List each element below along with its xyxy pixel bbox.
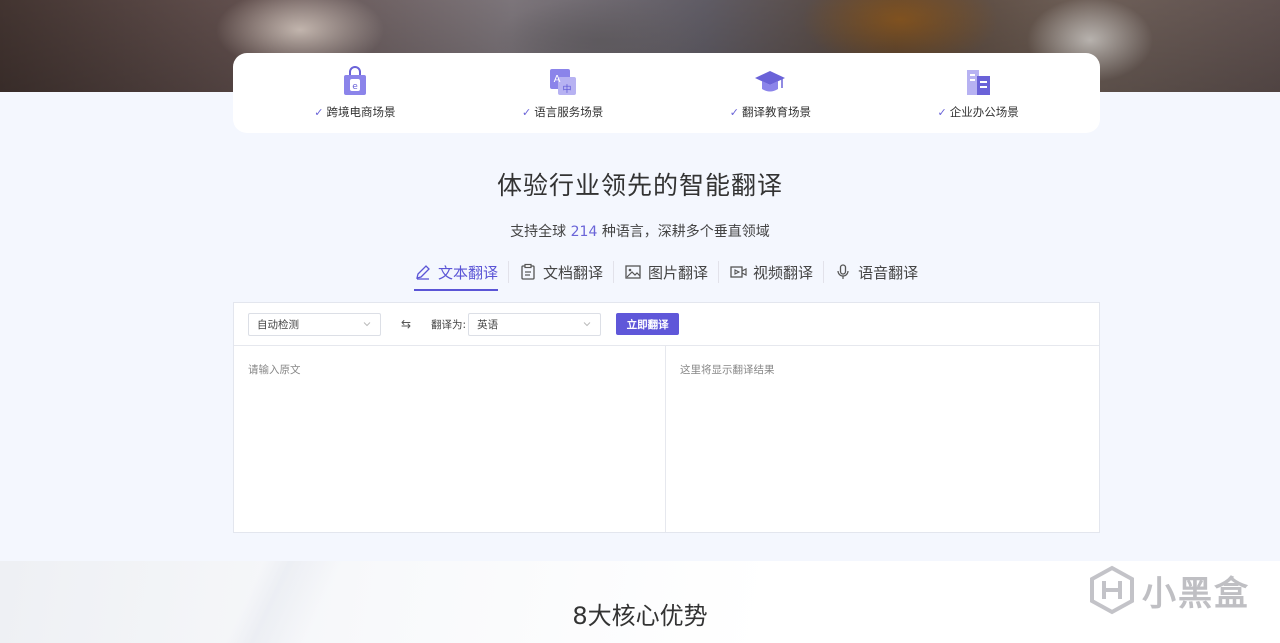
pencil-icon — [416, 265, 430, 280]
page-title: 体验行业领先的智能翻译 — [496, 171, 783, 200]
document-icon — [521, 263, 535, 280]
swap-languages-button[interactable]: ⇆ — [401, 317, 411, 331]
scene-enterprise-office[interactable]: ✓ 企业办公场景 — [878, 66, 1078, 120]
tab-text-translation[interactable]: 文本翻译 — [404, 257, 508, 291]
svg-text:A: A — [553, 74, 560, 85]
language-count: 214 — [570, 224, 598, 240]
svg-text:中: 中 — [562, 83, 571, 95]
scene-label: 企业办公场景 — [949, 105, 1019, 119]
scene-language-service[interactable]: A 中 ✓ 语言服务场景 — [463, 66, 663, 120]
chevron-down-icon — [363, 322, 371, 327]
check-icon: ✓ — [314, 105, 324, 119]
translation-mode-tabs: 文本翻译 文档翻译 图片翻译 视频翻译 语音翻译 — [404, 254, 928, 291]
scene-label: 跨境电商场景 — [326, 105, 396, 119]
chevron-down-icon — [583, 322, 591, 327]
tab-document-translation[interactable]: 文档翻译 — [509, 257, 613, 287]
check-icon: ✓ — [729, 105, 739, 119]
source-language-select[interactable]: 自动检测 — [248, 312, 381, 336]
check-icon: ✓ — [522, 105, 532, 119]
tab-image-translation[interactable]: 图片翻译 — [614, 257, 718, 287]
office-building-icon — [967, 70, 991, 95]
shopping-bag-icon: e — [343, 66, 366, 95]
tab-voice-translation[interactable]: 语音翻译 — [824, 257, 928, 287]
translator-toolbar: 自动检测 ⇆ 翻译为: 英语 立即翻译 — [234, 303, 1099, 346]
scene-cross-border-ecommerce[interactable]: e ✓ 跨境电商场景 — [255, 66, 455, 120]
scene-translation-education[interactable]: ✓ 翻译教育场景 — [670, 66, 870, 120]
check-icon: ✓ — [937, 105, 947, 119]
watermark: 小黑盒 — [1088, 565, 1250, 615]
source-text-input[interactable]: 请输入原文 — [234, 346, 666, 532]
scene-label: 语言服务场景 — [534, 105, 604, 119]
svg-text:e: e — [352, 82, 358, 92]
graduation-cap-icon — [755, 71, 786, 92]
target-language-select[interactable]: 英语 — [468, 312, 602, 336]
watermark-text: 小黑盒 — [1142, 573, 1250, 614]
translate-now-button[interactable]: 立即翻译 — [616, 313, 680, 335]
tab-video-translation[interactable]: 视频翻译 — [719, 257, 823, 287]
translator-panel: 自动检测 ⇆ 翻译为: 英语 立即翻译 请输入原文 这里将显示翻译结果 — [233, 302, 1100, 533]
microphone-icon — [837, 264, 849, 279]
page-subtitle: 支持全球 214 种语言，深耕多个垂直领域 — [510, 224, 770, 240]
image-icon — [625, 265, 641, 279]
language-translate-icon: A 中 — [549, 69, 576, 95]
scene-label: 翻译教育场景 — [741, 105, 811, 119]
video-icon — [730, 266, 747, 278]
target-language-label: 翻译为: — [431, 318, 467, 331]
scenario-card: e ✓ 跨境电商场景 A 中 ✓ 语言服务场景 ✓ 翻译教育场景 ✓ 企业办公场景 — [233, 53, 1100, 133]
translation-result-output: 这里将显示翻译结果 — [680, 364, 775, 376]
heybox-logo-icon — [1090, 565, 1134, 615]
